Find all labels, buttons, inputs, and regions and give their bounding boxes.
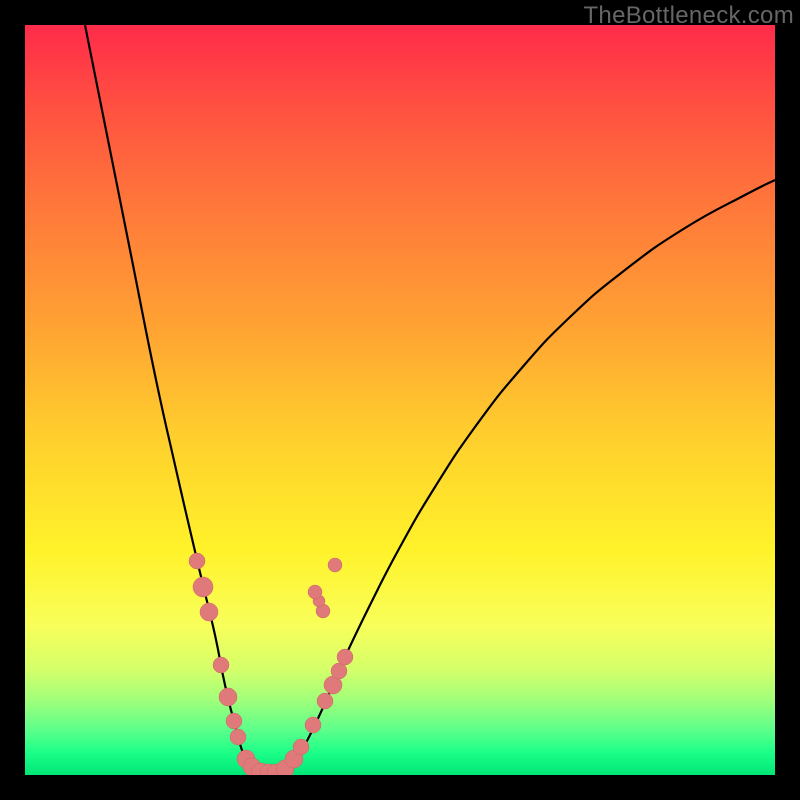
bottleneck-curve: [85, 25, 775, 773]
plot-area: [25, 25, 775, 775]
data-marker: [308, 585, 322, 599]
data-marker: [293, 739, 309, 755]
watermark-text: TheBottleneck.com: [583, 2, 794, 30]
data-marker: [219, 688, 237, 706]
data-marker: [200, 603, 218, 621]
data-marker: [328, 558, 342, 572]
data-marker: [331, 663, 347, 679]
data-marker: [317, 693, 333, 709]
data-marker: [193, 577, 213, 597]
data-marker: [337, 649, 353, 665]
data-markers: [189, 553, 353, 775]
data-marker: [189, 553, 205, 569]
data-marker: [226, 713, 242, 729]
data-marker: [305, 717, 321, 733]
bottleneck-curve-svg: [25, 25, 775, 775]
data-marker: [230, 729, 246, 745]
data-marker: [213, 657, 229, 673]
chart-frame: TheBottleneck.com: [0, 0, 800, 800]
